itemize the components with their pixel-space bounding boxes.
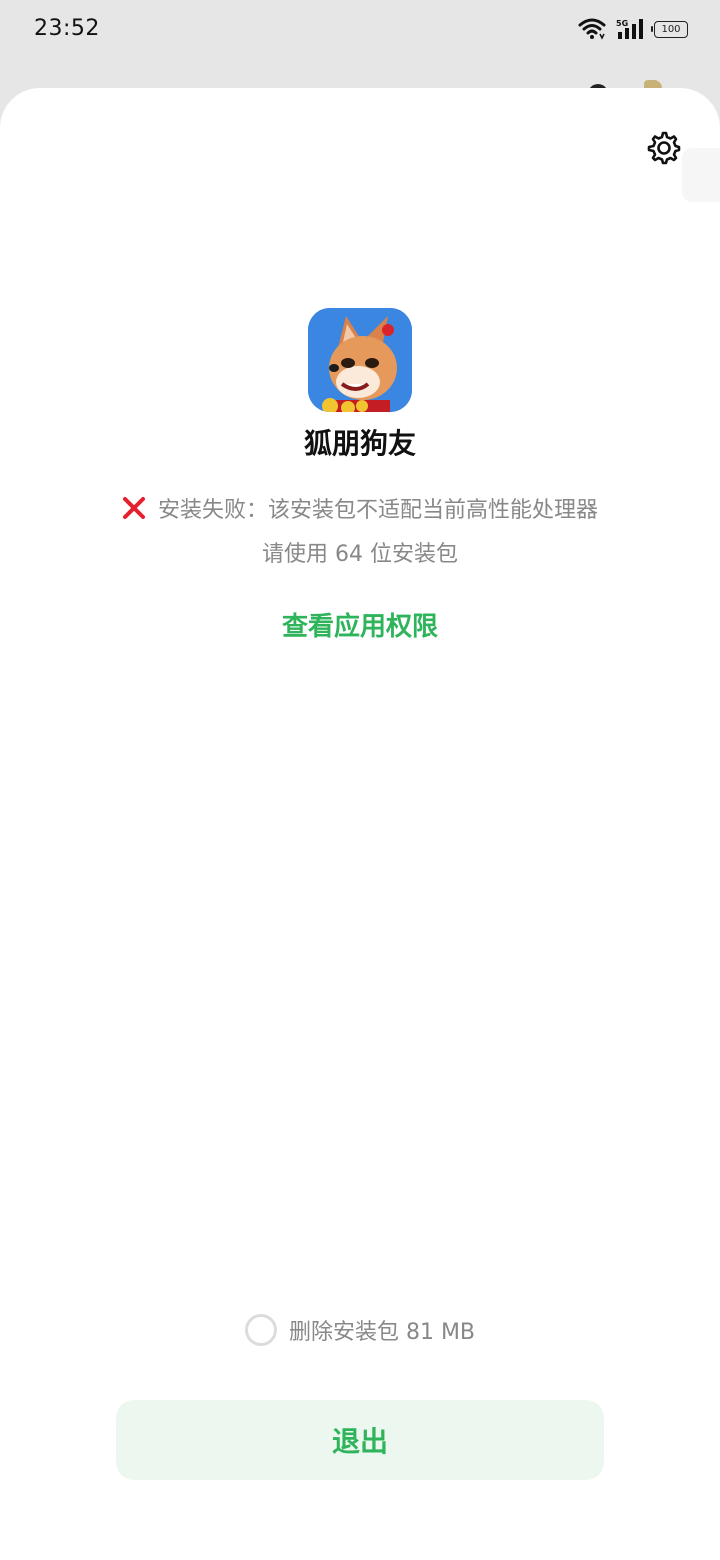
error-message: 安装失败：该安装包不适配当前高性能处理器 [157, 498, 598, 523]
cross-icon [122, 496, 146, 520]
status-icons: 5G 100 [578, 18, 688, 40]
battery-icon: 100 [651, 20, 688, 38]
error-message-row: 安装失败：该安装包不适配当前高性能处理器 [0, 492, 720, 524]
edge-handle [682, 148, 720, 202]
fox-app-icon [308, 308, 412, 412]
gear-icon[interactable] [646, 130, 682, 166]
app-name: 狐朋狗友 [303, 427, 416, 460]
delete-package-option[interactable]: 删除安装包 81 MB [0, 1314, 720, 1346]
battery-level: 100 [661, 23, 681, 35]
view-permissions-link[interactable]: 查看应用权限 [0, 606, 720, 643]
error-hint: 请使用 64 位安装包 [262, 542, 458, 567]
exit-button[interactable]: 退出 [116, 1400, 604, 1480]
status-time: 23:52 [34, 16, 100, 41]
install-result-sheet: 狐朋狗友 安装失败：该安装包不适配当前高性能处理器 请使用 64 位安装包 查看… [0, 88, 720, 1560]
status-bar: 23:52 5G 100 [0, 0, 720, 60]
delete-package-radio[interactable] [244, 1314, 277, 1346]
network-label: 5G [616, 19, 628, 28]
signal-icon: 5G [616, 18, 644, 40]
wifi-icon [578, 18, 606, 40]
delete-package-label: 删除安装包 81 MB [288, 1320, 476, 1345]
